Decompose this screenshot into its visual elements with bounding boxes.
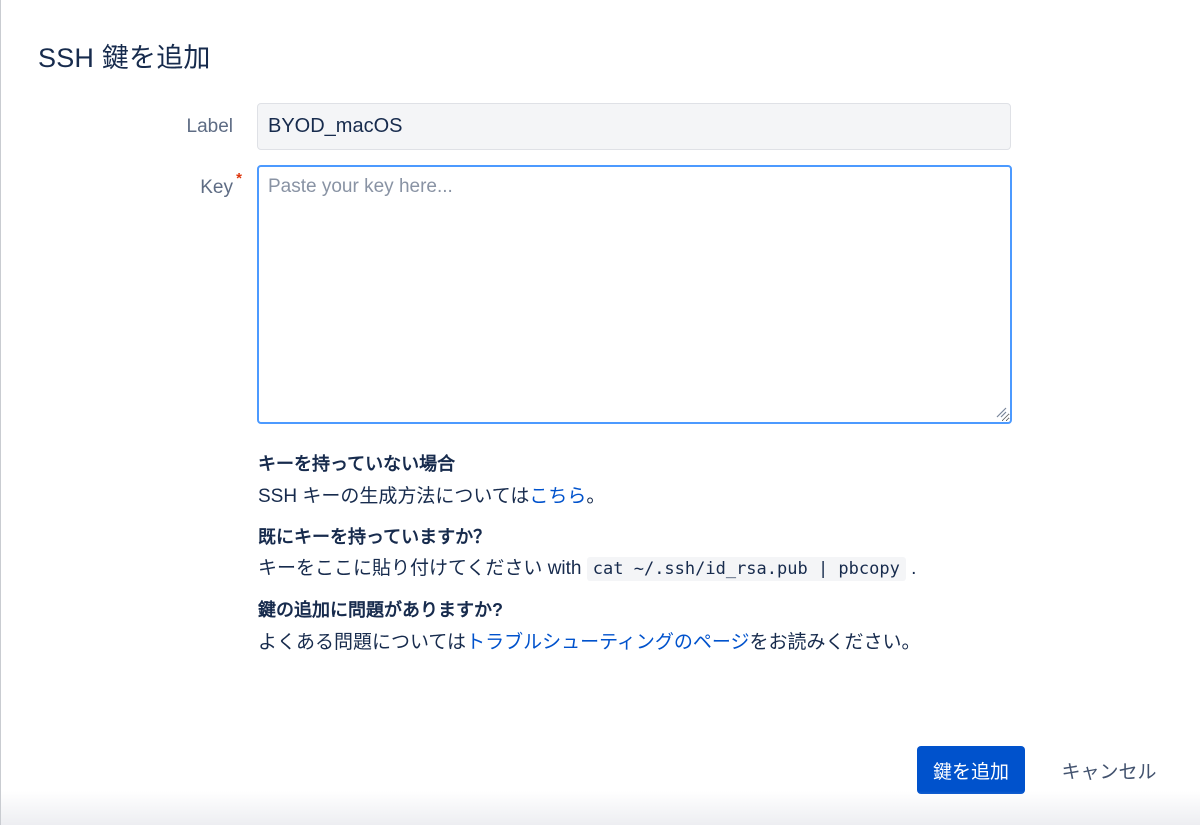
help-text-have-key-suffix: . [905, 558, 917, 579]
cancel-button[interactable]: キャンセル [1048, 746, 1170, 794]
help-text-no-key-suffix: 。 [586, 486, 606, 507]
help-text-have-key: キーをここに貼り付けてください with cat ~/.ssh/id_rsa.p… [258, 553, 917, 581]
label-field-label: Label [186, 116, 234, 137]
add-ssh-key-dialog: SSH 鍵を追加 Label Key * キーを持っていない場合 SSH キーの… [0, 0, 1200, 825]
key-field-label: Key [200, 177, 233, 198]
help-text-problem: よくある問題についてはトラブルシューティングのページをお読みください。 [258, 627, 921, 654]
help-text-problem-suffix: をお読みください。 [749, 632, 921, 653]
bottom-fade [1, 791, 1200, 825]
help-text-no-key: SSH キーの生成方法についてはこちら。 [258, 481, 605, 508]
required-marker: * [236, 170, 242, 187]
help-heading-problem: 鍵の追加に問題がありますか? [258, 600, 503, 620]
add-key-button[interactable]: 鍵を追加 [917, 746, 1025, 794]
resize-handle-icon[interactable] [996, 407, 1007, 418]
help-text-have-key-prefix: キーをここに貼り付けてください with [258, 558, 587, 579]
key-textarea[interactable] [257, 165, 1012, 424]
help-heading-no-key: キーを持っていない場合 [258, 454, 456, 474]
help-text-no-key-prefix: SSH キーの生成方法については [258, 486, 530, 507]
generate-key-link[interactable]: こちら [529, 486, 586, 507]
help-text-problem-prefix: よくある問題については [258, 632, 467, 653]
help-heading-have-key: 既にキーを持っていますか？ [258, 527, 492, 547]
dialog-title: SSH 鍵を追加 [38, 43, 211, 73]
copy-command: cat ~/.ssh/id_rsa.pub | pbcopy [586, 557, 906, 581]
troubleshooting-link[interactable]: トラブルシューティングのページ [466, 632, 749, 653]
label-input[interactable] [257, 103, 1011, 150]
